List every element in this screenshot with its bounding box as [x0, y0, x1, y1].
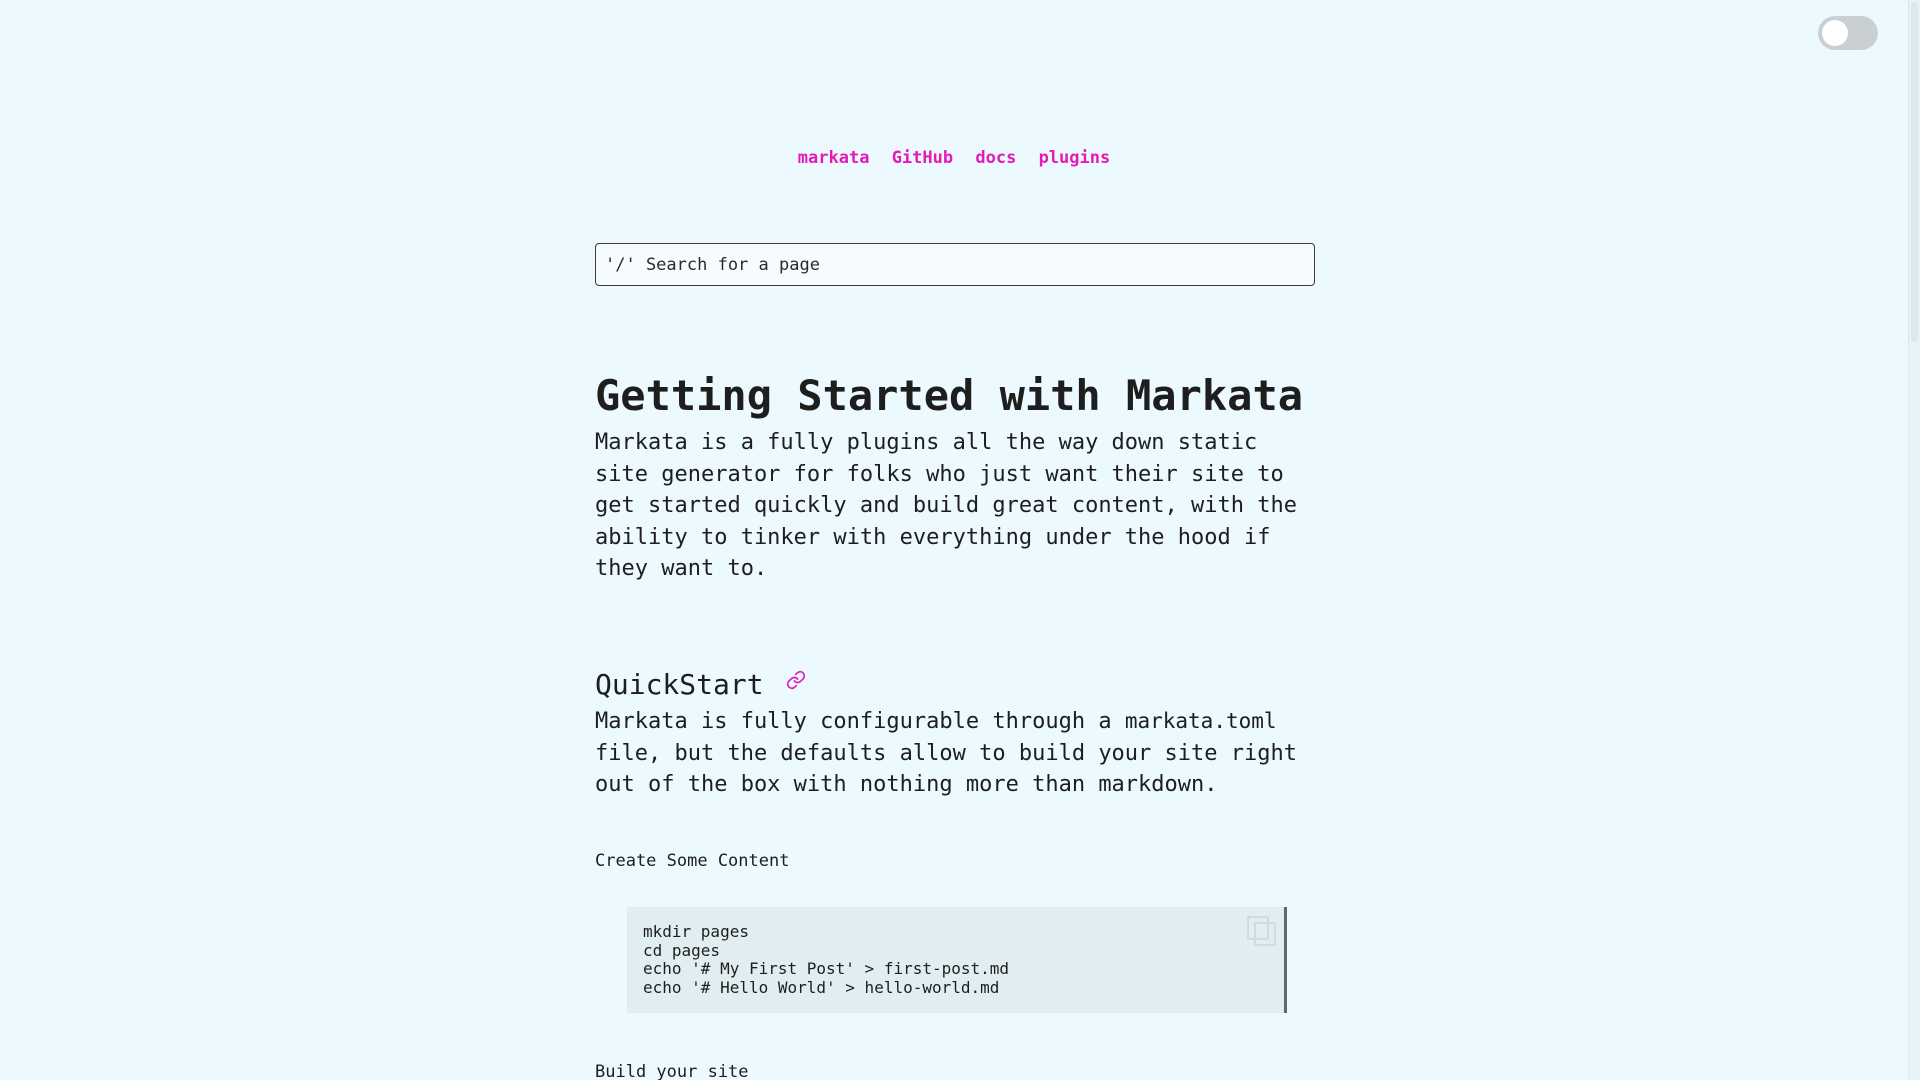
top-nav: markata GitHub docs plugins — [0, 148, 1908, 168]
link-icon[interactable] — [786, 670, 806, 690]
quickstart-paragraph: Markata is fully configurable through a … — [595, 706, 1315, 801]
search-input[interactable] — [595, 243, 1315, 286]
nav-link-markata[interactable]: markata — [798, 148, 870, 168]
nav-link-docs[interactable]: docs — [975, 148, 1016, 168]
quickstart-heading-text: QuickStart — [595, 668, 764, 701]
scrollbar-thumb[interactable] — [1911, 2, 1918, 342]
code-content: mkdir pages cd pages echo '# My First Po… — [627, 907, 1287, 1013]
theme-toggle-knob — [1822, 20, 1848, 46]
quickstart-text-after: file, but the defaults allow to build yo… — [595, 740, 1297, 798]
scrollbar[interactable] — [1908, 0, 1920, 1080]
intro-paragraph: Markata is a fully plugins all the way d… — [595, 430, 1297, 581]
copy-icon[interactable] — [1245, 914, 1279, 948]
config-filename: markata.toml — [1124, 709, 1277, 733]
step-label-create-content: Create Some Content — [595, 851, 790, 871]
nav-link-plugins[interactable]: plugins — [1039, 148, 1111, 168]
nav-link-github[interactable]: GitHub — [892, 148, 953, 168]
quickstart-text-before: Markata is fully configurable through a — [595, 709, 1125, 734]
page: markata GitHub docs plugins Getting Star… — [0, 0, 1920, 1080]
theme-toggle[interactable] — [1818, 16, 1878, 50]
quickstart-heading: QuickStart — [595, 666, 806, 704]
step-label-build-site: Build your site — [595, 1062, 749, 1080]
page-title: Getting Started with Markata — [595, 371, 1304, 420]
